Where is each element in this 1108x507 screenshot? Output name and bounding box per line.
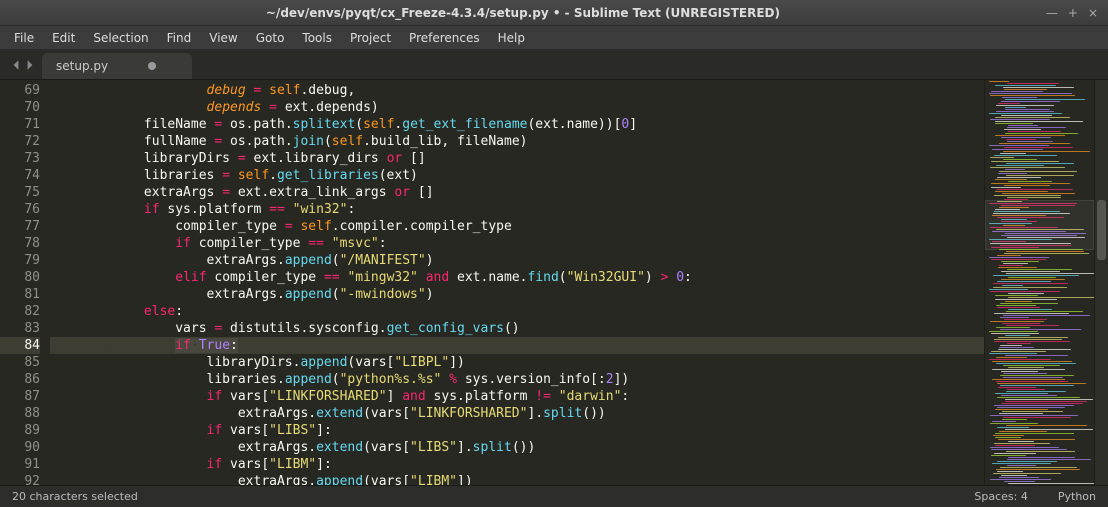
status-selection: 20 characters selected (12, 490, 138, 503)
code-line[interactable]: libraries.append("python%s.%s" % sys.ver… (50, 371, 984, 388)
code-line[interactable]: fileName = os.path.splitext(self.get_ext… (50, 116, 984, 133)
code-line[interactable]: depends = ext.depends) (50, 99, 984, 116)
line-number[interactable]: 69 (0, 82, 40, 99)
minimize-icon[interactable]: — (1046, 6, 1058, 20)
menu-project[interactable]: Project (342, 28, 399, 48)
code-line[interactable]: compiler_type = self.compiler.compiler_t… (50, 218, 984, 235)
code-area[interactable]: debug = self.debug, depends = ext.depend… (50, 80, 984, 485)
menu-file[interactable]: File (6, 28, 42, 48)
code-line[interactable]: vars = distutils.sysconfig.get_config_va… (50, 320, 984, 337)
code-line[interactable]: extraArgs.append("-mwindows") (50, 286, 984, 303)
line-number[interactable]: 88 (0, 405, 40, 422)
line-number[interactable]: 71 (0, 116, 40, 133)
code-line[interactable]: if compiler_type == "msvc": (50, 235, 984, 252)
menu-tools[interactable]: Tools (294, 28, 340, 48)
code-line[interactable]: extraArgs.extend(vars["LINKFORSHARED"].s… (50, 405, 984, 422)
code-line[interactable]: libraryDirs = ext.library_dirs or [] (50, 150, 984, 167)
line-number[interactable]: 74 (0, 167, 40, 184)
minimap[interactable] (984, 80, 1094, 485)
menu-find[interactable]: Find (159, 28, 200, 48)
line-number[interactable]: 89 (0, 422, 40, 439)
status-indent[interactable]: Spaces: 4 (974, 490, 1027, 503)
line-number[interactable]: 70 (0, 99, 40, 116)
minimap-viewport[interactable] (985, 200, 1094, 250)
nav-back-icon[interactable] (10, 56, 22, 75)
line-number[interactable]: 85 (0, 354, 40, 371)
scrollbar[interactable] (1094, 80, 1108, 485)
editor: 6970717273747576777879808182838485868788… (0, 80, 1108, 485)
menubar: FileEditSelectionFindViewGotoToolsProjec… (0, 26, 1108, 50)
code-line[interactable]: extraArgs.append(vars["LIBM"]) (50, 473, 984, 485)
tab-label: setup.py (56, 59, 108, 73)
code-line[interactable]: if sys.platform == "win32": (50, 201, 984, 218)
code-line[interactable]: if vars["LIBM"]: (50, 456, 984, 473)
line-number[interactable]: 73 (0, 150, 40, 167)
menu-view[interactable]: View (201, 28, 245, 48)
gutter[interactable]: 6970717273747576777879808182838485868788… (0, 80, 50, 485)
code-line[interactable]: debug = self.debug, (50, 82, 984, 99)
line-number[interactable]: 72 (0, 133, 40, 150)
line-number[interactable]: 79 (0, 252, 40, 269)
code-line[interactable]: fullName = os.path.join(self.build_lib, … (50, 133, 984, 150)
tabbar: setup.py (0, 50, 1108, 80)
titlebar: ~/dev/envs/pyqt/cx_Freeze-4.3.4/setup.py… (0, 0, 1108, 26)
code-line[interactable]: elif compiler_type == "mingw32" and ext.… (50, 269, 984, 286)
nav-arrows (6, 56, 42, 79)
code-line[interactable]: extraArgs.extend(vars["LIBS"].split()) (50, 439, 984, 456)
menu-help[interactable]: Help (490, 28, 533, 48)
line-number[interactable]: 83 (0, 320, 40, 337)
close-icon[interactable]: × (1088, 6, 1098, 20)
line-number[interactable]: 91 (0, 456, 40, 473)
dirty-indicator-icon (148, 62, 156, 70)
line-number[interactable]: 86 (0, 371, 40, 388)
line-number[interactable]: 78 (0, 235, 40, 252)
line-number[interactable]: 92 (0, 473, 40, 485)
code-line[interactable]: if vars["LINKFORSHARED"] and sys.platfor… (50, 388, 984, 405)
status-syntax[interactable]: Python (1058, 490, 1096, 503)
window-controls: — + × (1046, 6, 1108, 20)
line-number[interactable]: 77 (0, 218, 40, 235)
nav-forward-icon[interactable] (24, 56, 36, 75)
code-line[interactable]: extraArgs = ext.extra_link_args or [] (50, 184, 984, 201)
code-line[interactable]: libraryDirs.append(vars["LIBPL"]) (50, 354, 984, 371)
statusbar: 20 characters selected Spaces: 4 Python (0, 485, 1108, 507)
tab-setup-py[interactable]: setup.py (42, 53, 192, 79)
line-number[interactable]: 90 (0, 439, 40, 456)
menu-selection[interactable]: Selection (85, 28, 156, 48)
line-number[interactable]: 84 (0, 337, 40, 354)
code-line[interactable]: extraArgs.append("/MANIFEST") (50, 252, 984, 269)
menu-preferences[interactable]: Preferences (401, 28, 488, 48)
code-line[interactable]: ················if·True: (50, 337, 984, 354)
line-number[interactable]: 80 (0, 269, 40, 286)
menu-goto[interactable]: Goto (248, 28, 293, 48)
code-line[interactable]: if vars["LIBS"]: (50, 422, 984, 439)
code-line[interactable]: else: (50, 303, 984, 320)
line-number[interactable]: 81 (0, 286, 40, 303)
line-number[interactable]: 76 (0, 201, 40, 218)
scrollbar-thumb[interactable] (1097, 200, 1106, 260)
code-line[interactable]: libraries = self.get_libraries(ext) (50, 167, 984, 184)
window-title: ~/dev/envs/pyqt/cx_Freeze-4.3.4/setup.py… (0, 6, 1046, 20)
line-number[interactable]: 82 (0, 303, 40, 320)
line-number[interactable]: 75 (0, 184, 40, 201)
line-number[interactable]: 87 (0, 388, 40, 405)
menu-edit[interactable]: Edit (44, 28, 83, 48)
maximize-icon[interactable]: + (1068, 6, 1078, 20)
